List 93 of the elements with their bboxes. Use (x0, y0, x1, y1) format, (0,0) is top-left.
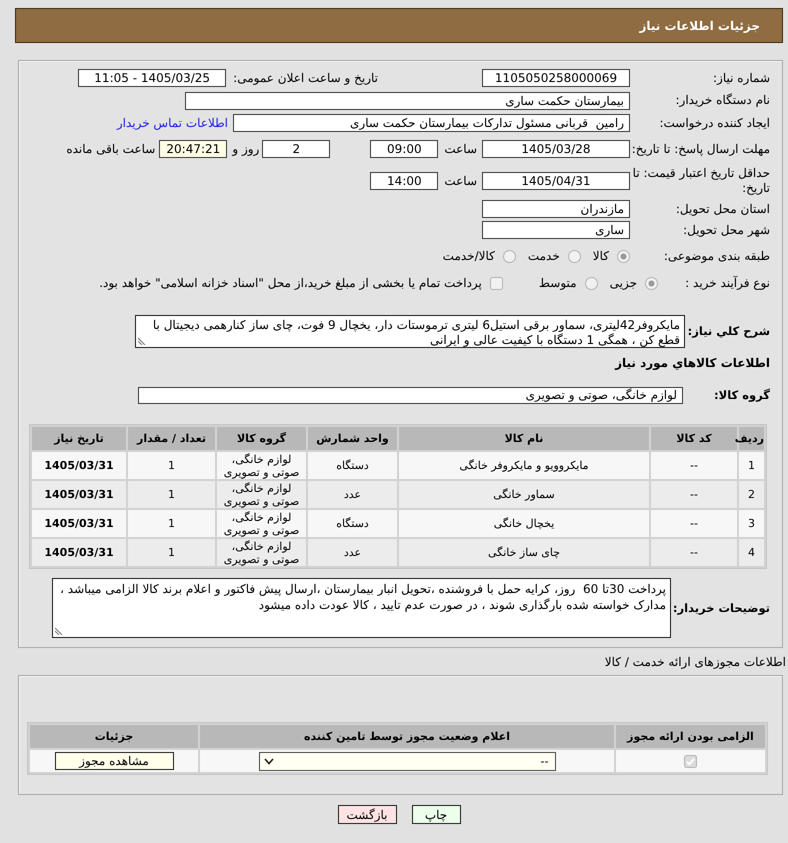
radio-button[interactable] (645, 276, 658, 290)
column-header: تعداد / مقدار (128, 427, 215, 450)
deadline-date-field: 1405/03/28 (482, 140, 630, 158)
table-cell: 4 (739, 539, 764, 566)
column-header: تاریخ نیاز (32, 427, 126, 450)
table-cell: عدد (308, 481, 397, 508)
buyer-notes-field[interactable]: پرداخت 30تا 60 روز، کرایه حمل با فروشنده ،تحویل انبار بیمارستان ،ارسال پیش فاکتور و اعلام برند کالا الزامی میباشد ، مدارک خواسته شده بارگذاری شوند ، در صورت عدم تایید ، کالا عودت داده میشود (52, 578, 671, 638)
chevron-icon (264, 758, 274, 764)
view-permit-button[interactable]: مشاهده مجوز (54, 752, 174, 770)
print-button[interactable]: چاپ (412, 805, 460, 824)
column-header: جزئیات (30, 725, 198, 748)
table-cell: سماور خانگی (399, 481, 649, 508)
requester-field: رامین قربانی مسئول تدارکات بیمارستان حکمت ساری (233, 114, 630, 132)
announce-date-field: 1405/03/25 - 11:05 (78, 69, 226, 87)
field-label: شماره نیاز: (712, 70, 770, 86)
buyer-org-field: بیمارستان حکمت ساری (185, 92, 630, 110)
table-cell: 1405/03/31 (32, 539, 126, 566)
radio-label: جزیی (610, 276, 637, 290)
table-cell: -- (651, 510, 737, 537)
goods-group-field: لوازم خانگی، صوتی و تصویری (138, 387, 683, 404)
radio-button[interactable] (568, 250, 581, 262)
radio-label: کالا/خدمت (442, 249, 495, 263)
resize-grip-icon[interactable] (55, 627, 63, 635)
validity-date-field: 1405/04/31 (482, 172, 630, 190)
table-cell: لوازم خانگی، صوتی و تصویری (217, 539, 306, 566)
table-cell: دستگاه (308, 510, 397, 537)
field-label: حداقل تاریخ اعتبار قیمت: تا تاریخ: (632, 166, 770, 196)
table-cell: دستگاه (308, 452, 397, 479)
field-label: ساعت باقی مانده (66, 142, 156, 156)
table-cell: لوازم خانگی، صوتی و تصویری (217, 452, 306, 479)
section-title: اطلاعات کالاهاي مورد نياز (615, 356, 770, 370)
table-cell: 1 (739, 452, 764, 479)
section-label: شرح کلي نياز: (686, 324, 770, 339)
field-label: روز و (232, 142, 260, 156)
deadline-time-field: 09:00 (370, 140, 438, 158)
column-header: گروه کالا (217, 427, 306, 450)
column-header: نام کالا (399, 427, 649, 450)
field-label: نام دستگاه خریدار: (674, 93, 770, 108)
status-select[interactable]: -- (258, 752, 556, 770)
city-field: ساری (482, 221, 630, 239)
checkbox[interactable] (490, 276, 503, 290)
column-header: الزامی بودن ارائه مجوز (616, 725, 765, 748)
table-cell: 1 (128, 481, 215, 508)
table-cell: لوازم خانگی، صوتی و تصویری (217, 510, 306, 537)
section-label: گروه کالا: (713, 388, 770, 403)
column-header: واحد شمارش (308, 427, 397, 450)
field-label: طبقه بندی موضوعی: (662, 248, 770, 264)
table-cell: 1405/03/31 (32, 452, 126, 479)
field-label: ساعت (444, 142, 477, 156)
field-label: مهلت ارسال پاسخ: تا تاریخ: (630, 142, 770, 156)
table-cell: عدد (308, 539, 397, 566)
table-cell: یخچال خانگی (399, 510, 649, 537)
column-header: اعلام وضعیت مجوز توسط تامین کننده (200, 725, 614, 748)
radio-button[interactable] (584, 276, 598, 290)
days-field: 2 (262, 140, 330, 158)
table-cell: 1 (128, 452, 215, 479)
need-number-field: 1105050258000069 (482, 69, 630, 87)
remaining-time-field: 20:47:21 (159, 140, 228, 158)
table-cell: چای ساز خانگی (399, 539, 649, 566)
table-cell: -- (651, 539, 737, 566)
table-cell: -- (651, 452, 737, 479)
checkbox-label: پرداخت تمام یا بخشی از مبلغ خرید،از محل "اسناد خزانه اسلامی" خواهد بود. (99, 276, 482, 290)
description-field[interactable]: مایکروفر42لیتری، سماور برقی استیل6 لیتری ترموستات دار، یخچال 9 فوت، چای ساز کنارهمی دیجیتال با قطع کن ، همگی 1 دستگاه با کیفیت عالی و ایرانی (135, 315, 685, 348)
checkbox[interactable] (684, 754, 697, 768)
table-cell: 2 (739, 481, 764, 508)
table-cell: 1 (128, 510, 215, 537)
field-label: ایجاد کننده درخواست: (658, 116, 770, 130)
section-label: توضیحات خریدار: (672, 600, 770, 616)
table-cell: مایکروویو و مایکروفر خانگی (399, 452, 649, 479)
radio-label: کالا (592, 249, 609, 263)
province-field: مازندران (482, 200, 630, 218)
field-label: نوع فرآیند خرید : (684, 276, 770, 290)
radio-label: متوسط (538, 276, 577, 290)
radio-button[interactable] (617, 250, 630, 262)
table-cell: -- (651, 481, 737, 508)
page-title: جزئیات اطلاعات نیاز (639, 18, 760, 32)
back-button[interactable]: بازگشت (338, 805, 396, 824)
resize-grip-icon[interactable] (138, 337, 146, 345)
field-label: ساعت (444, 174, 477, 188)
table-cell: لوازم خانگی، صوتی و تصویری (217, 481, 306, 508)
field-label: شهر محل تحویل: (682, 222, 770, 238)
table-cell: 1405/03/31 (32, 510, 126, 537)
radio-button[interactable] (502, 250, 516, 262)
field-label: استان محل تحویل: (674, 202, 770, 216)
table-cell: 1405/03/31 (32, 481, 126, 508)
table-cell: 3 (739, 510, 764, 537)
column-header: کد کالا (651, 427, 737, 450)
section-title: اطلاعات مجوزهای ارائه خدمت / کالا (604, 654, 786, 668)
table-cell: 1 (128, 539, 215, 566)
validity-time-field: 14:00 (370, 172, 438, 190)
contact-info-link[interactable]: اطلاعات تماس خریدار (116, 116, 228, 130)
field-label: تاریخ و ساعت اعلان عمومی: (233, 71, 378, 85)
radio-label: خدمت (528, 249, 560, 263)
